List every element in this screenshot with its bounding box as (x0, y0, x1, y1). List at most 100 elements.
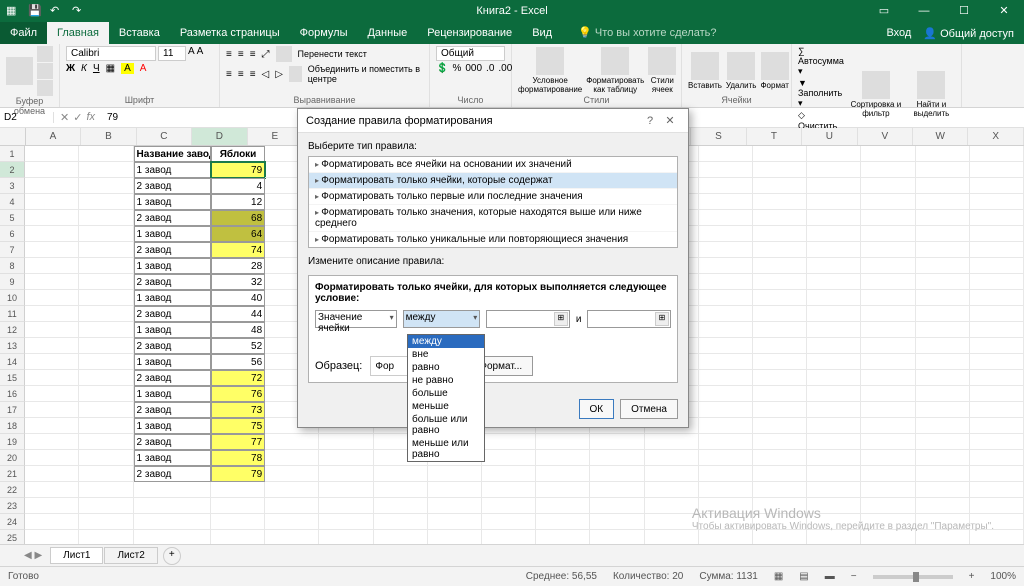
cell[interactable] (482, 434, 536, 450)
cell[interactable] (645, 498, 699, 514)
cell[interactable] (970, 162, 1024, 178)
cell[interactable] (25, 338, 79, 354)
cell[interactable]: 12 (211, 194, 265, 210)
cell[interactable] (79, 322, 133, 338)
cell[interactable] (25, 514, 79, 530)
row-header[interactable]: 9 (0, 274, 25, 290)
cell[interactable] (970, 306, 1024, 322)
cell[interactable] (590, 482, 644, 498)
cell[interactable] (134, 514, 211, 530)
row-header[interactable]: 7 (0, 242, 25, 258)
tab-nav[interactable]: ◀ ▶ (24, 550, 42, 561)
cell[interactable] (916, 242, 970, 258)
cell[interactable] (970, 290, 1024, 306)
cell[interactable] (807, 338, 861, 354)
cell[interactable] (807, 482, 861, 498)
cell[interactable] (25, 354, 79, 370)
font-name[interactable]: Calibri (66, 46, 156, 61)
cell[interactable] (699, 530, 753, 544)
cell[interactable] (374, 514, 428, 530)
cell[interactable] (79, 434, 133, 450)
value2-input[interactable]: ⊞ (587, 310, 671, 328)
cell[interactable] (79, 290, 133, 306)
cell[interactable] (807, 274, 861, 290)
range-picker-icon[interactable]: ⊞ (655, 312, 669, 326)
tab-formulas[interactable]: Формулы (290, 22, 358, 44)
cell[interactable] (861, 178, 915, 194)
cell[interactable] (25, 306, 79, 322)
cell[interactable] (916, 194, 970, 210)
cell[interactable] (807, 450, 861, 466)
cell[interactable] (79, 194, 133, 210)
cell[interactable] (319, 434, 373, 450)
cell[interactable] (25, 386, 79, 402)
cell[interactable] (807, 306, 861, 322)
col-header-S[interactable]: S (691, 128, 746, 145)
cell[interactable]: 4 (211, 178, 265, 194)
cell[interactable] (25, 482, 79, 498)
cell[interactable] (970, 210, 1024, 226)
cell[interactable] (428, 466, 482, 482)
cell[interactable] (807, 322, 861, 338)
cell[interactable] (25, 194, 79, 210)
cell[interactable] (807, 146, 861, 162)
cell[interactable] (319, 466, 373, 482)
cell[interactable] (916, 530, 970, 544)
cell[interactable] (79, 402, 133, 418)
cell[interactable] (861, 402, 915, 418)
cell[interactable] (79, 418, 133, 434)
cell[interactable] (916, 274, 970, 290)
cell[interactable]: 73 (211, 402, 265, 418)
wrap-icon[interactable] (276, 46, 292, 62)
cell[interactable] (536, 530, 590, 544)
col-header-E[interactable]: E (248, 128, 303, 145)
dialog-close-icon[interactable]: ✕ (660, 114, 680, 127)
row-header[interactable]: 3 (0, 178, 25, 194)
cell[interactable] (807, 210, 861, 226)
cell[interactable] (25, 434, 79, 450)
cell[interactable] (79, 146, 133, 162)
cell[interactable] (25, 162, 79, 178)
cell[interactable] (807, 290, 861, 306)
cell[interactable] (753, 338, 807, 354)
cell[interactable]: 32 (211, 274, 265, 290)
range-picker-icon[interactable]: ⊞ (554, 312, 568, 326)
cell[interactable] (79, 386, 133, 402)
cell[interactable] (807, 386, 861, 402)
cell[interactable] (916, 258, 970, 274)
row-header[interactable]: 18 (0, 418, 25, 434)
operator-option[interactable]: не равно (408, 374, 484, 387)
col-header-T[interactable]: T (747, 128, 802, 145)
find-icon[interactable] (917, 71, 945, 99)
fill[interactable]: ▼ Заполнить ▾ (798, 78, 844, 109)
col-header-D[interactable]: D (192, 128, 247, 145)
cell[interactable] (861, 466, 915, 482)
cell[interactable] (211, 514, 265, 530)
cell[interactable]: 76 (211, 386, 265, 402)
tab-view[interactable]: Вид (522, 22, 562, 44)
cell[interactable] (970, 530, 1024, 544)
enter-fx-icon[interactable]: ✓ (73, 111, 82, 124)
cell[interactable] (211, 498, 265, 514)
cell[interactable] (916, 386, 970, 402)
cell[interactable] (807, 226, 861, 242)
merge-icon[interactable] (289, 66, 302, 82)
number-format[interactable]: Общий (436, 46, 505, 61)
cell[interactable] (536, 466, 590, 482)
undo-icon[interactable]: ↶ (50, 4, 64, 18)
operator-option[interactable]: равно (408, 361, 484, 374)
cell[interactable] (374, 482, 428, 498)
cell[interactable] (79, 498, 133, 514)
cell[interactable] (916, 210, 970, 226)
cell[interactable] (79, 370, 133, 386)
cell[interactable] (428, 498, 482, 514)
cell[interactable] (699, 466, 753, 482)
select-all[interactable] (0, 128, 26, 145)
cell[interactable] (25, 210, 79, 226)
row-header[interactable]: 1 (0, 146, 25, 162)
cell[interactable]: 1 завод (134, 162, 211, 178)
view-layout-icon[interactable]: ▤ (799, 571, 808, 582)
operator-option[interactable]: меньше (408, 400, 484, 413)
cell[interactable] (79, 242, 133, 258)
cell[interactable]: Название завода (134, 146, 211, 162)
